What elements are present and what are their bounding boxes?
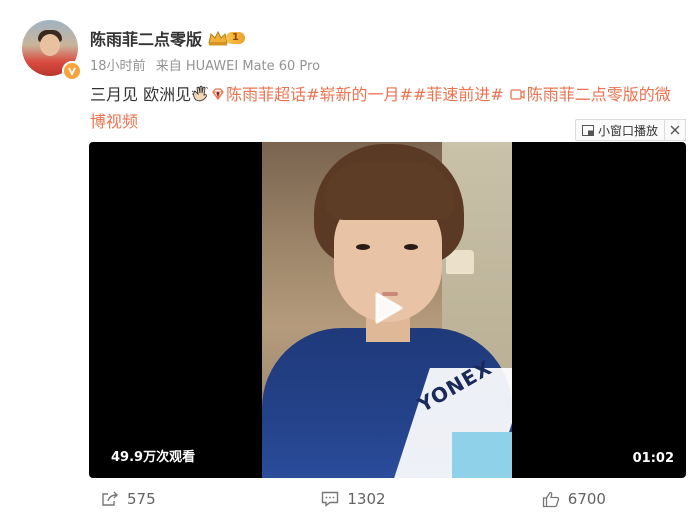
post-text-plain: 三月见 欧洲见: [90, 85, 192, 104]
post-source: 来自 HUAWEI Mate 60 Pro: [155, 59, 321, 74]
comment-icon: [322, 491, 339, 507]
mini-window-button[interactable]: 小窗口播放: [575, 119, 666, 141]
repost-count: 575: [127, 490, 156, 508]
hashtag-link-2[interactable]: #菲速前进#: [413, 85, 504, 104]
comment-count: 1302: [347, 490, 386, 508]
video-link-line1: 陈雨菲二点零版的微: [526, 85, 671, 104]
mini-window-label: 小窗口播放: [598, 123, 659, 138]
post-time[interactable]: 18小时前: [90, 59, 146, 74]
crown-icon: [208, 30, 228, 46]
action-bar: 575 1302 6700: [89, 486, 686, 512]
like-count: 6700: [567, 490, 606, 508]
video-camera-icon: [510, 89, 525, 100]
vip-badge[interactable]: 1: [208, 30, 245, 46]
share-icon: [102, 491, 118, 506]
video-duration: 01:02: [632, 451, 674, 466]
mini-window-icon: [582, 124, 594, 136]
avatar[interactable]: [22, 20, 82, 81]
author-name[interactable]: 陈雨菲二点零版: [90, 26, 202, 50]
post-meta: 18小时前 来自 HUAWEI Mate 60 Pro: [90, 55, 320, 74]
play-icon[interactable]: [369, 290, 405, 326]
comment-button[interactable]: 1302: [269, 486, 437, 512]
thumbs-up-icon: [542, 491, 559, 507]
mini-window-close-button[interactable]: [665, 119, 687, 141]
verified-badge-icon: [62, 61, 82, 81]
waving-hand-emoji-icon: [191, 85, 208, 102]
view-count: 49.9万次观看: [111, 450, 196, 465]
repost-button[interactable]: 575: [89, 486, 269, 512]
diamond-topic-icon: [212, 88, 224, 101]
mini-window-control: 小窗口播放: [575, 119, 687, 141]
like-button[interactable]: 6700: [438, 486, 686, 512]
video-player[interactable]: YONEX 49.9万次观看 01:02: [89, 142, 686, 478]
topic-link[interactable]: 陈雨菲超话: [226, 85, 306, 104]
vip-level: 1: [226, 32, 245, 44]
video-link-line2: 博视频: [90, 112, 139, 131]
hashtag-link-1[interactable]: #崭新的一月#: [306, 85, 413, 104]
close-icon: [670, 125, 680, 135]
